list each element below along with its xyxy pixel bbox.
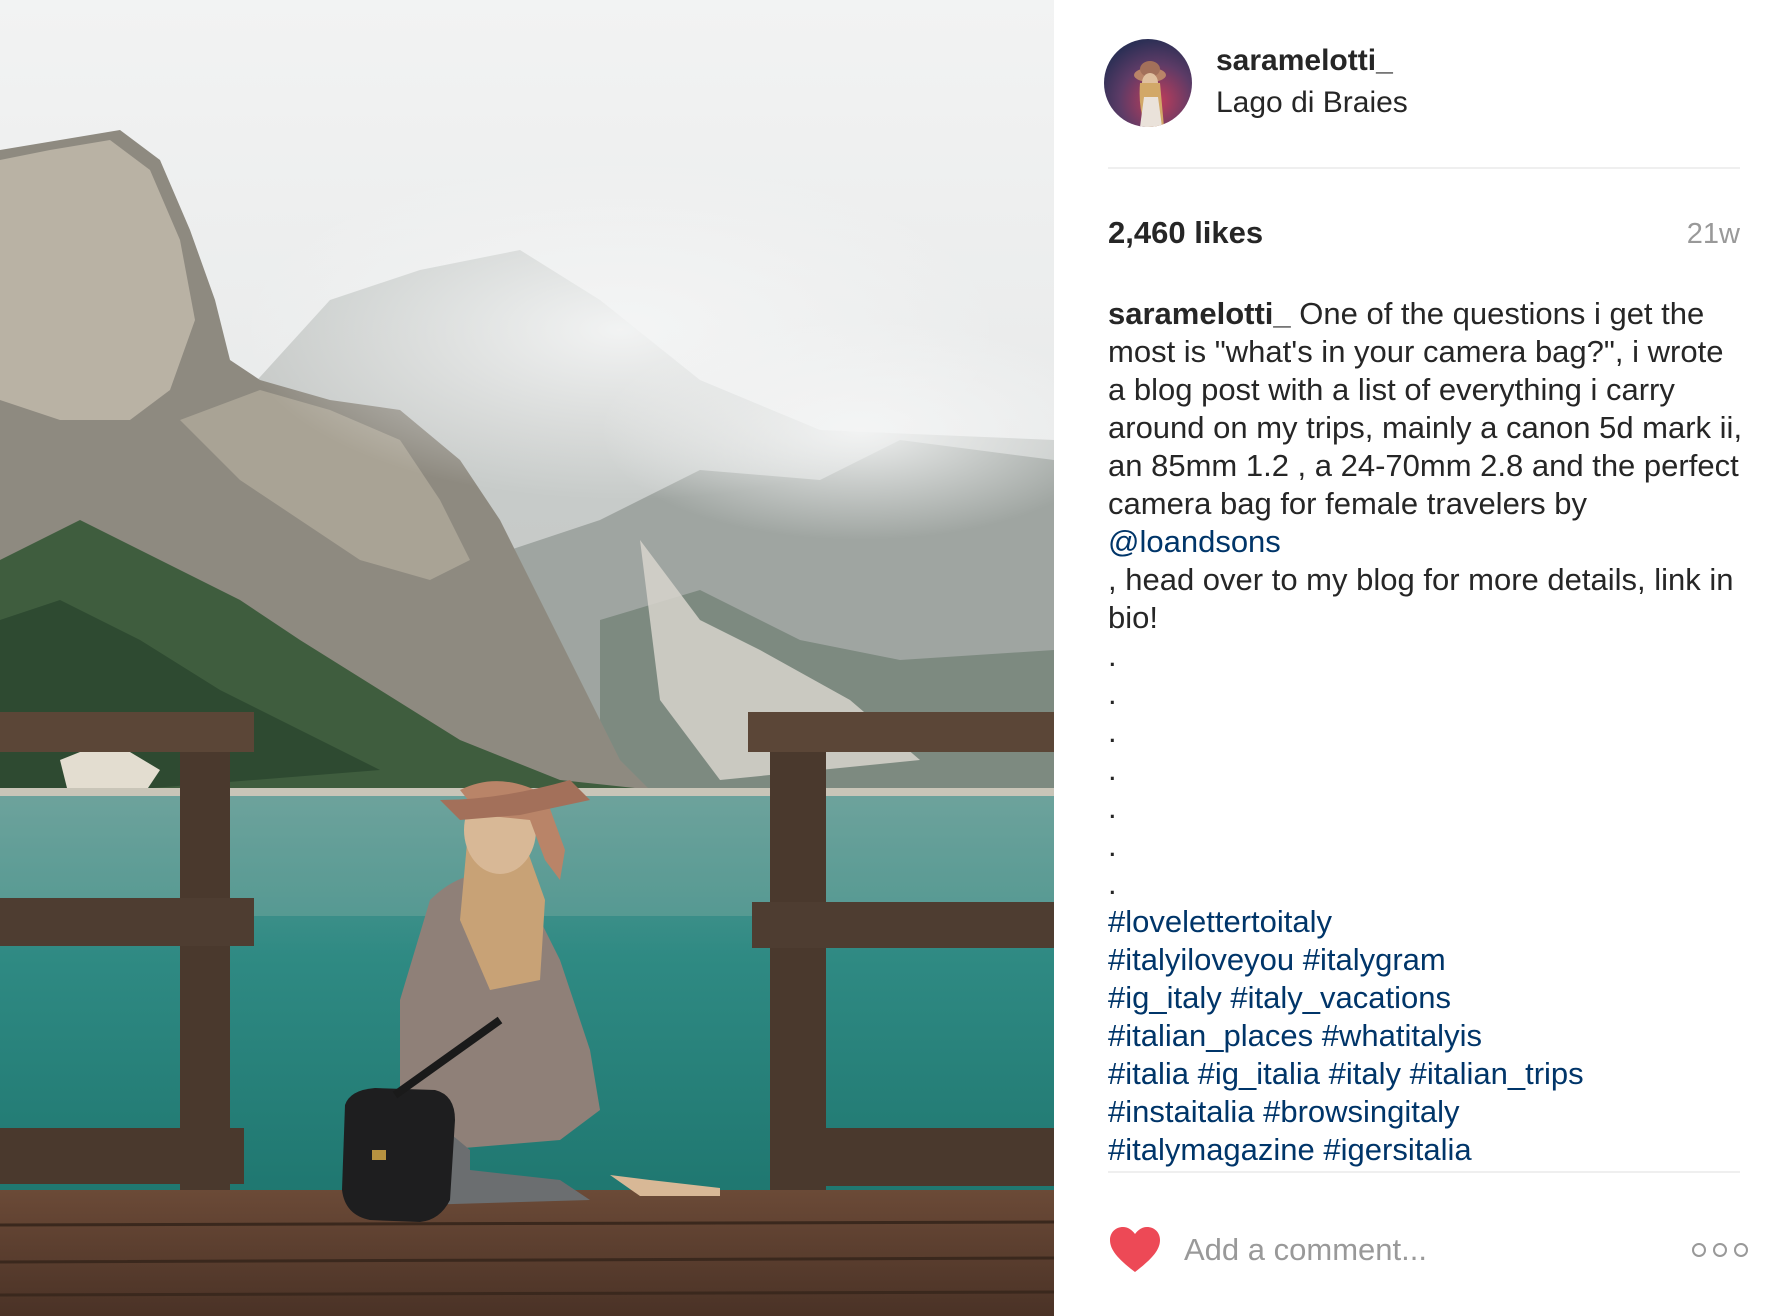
- hashtag-link[interactable]: #italian_trips: [1410, 1056, 1584, 1091]
- likes-count[interactable]: 2,460 likes: [1108, 215, 1263, 251]
- mention-link[interactable]: @loandsons: [1108, 524, 1281, 559]
- caption-dot: .: [1108, 752, 1117, 787]
- hashtag-link[interactable]: #italy_vacations: [1230, 980, 1451, 1015]
- instagram-post: saramelotti_ Lago di Braies 2,460 likes …: [0, 0, 1790, 1316]
- caption-username-link[interactable]: saramelotti_: [1108, 296, 1291, 331]
- caption-dots: .......: [1108, 637, 1748, 903]
- hashtag-link[interactable]: #italygram: [1303, 942, 1446, 977]
- location-link[interactable]: Lago di Braies: [1216, 83, 1408, 123]
- caption-dot: .: [1108, 790, 1117, 825]
- caption-dot: .: [1108, 714, 1117, 749]
- post-sidebar: saramelotti_ Lago di Braies 2,460 likes …: [1054, 0, 1790, 1316]
- more-dot: [1692, 1243, 1706, 1257]
- more-dot: [1713, 1243, 1727, 1257]
- more-options-icon[interactable]: [1692, 1243, 1748, 1257]
- hashtag-link[interactable]: #browsingitaly: [1263, 1094, 1459, 1129]
- hashtag-link[interactable]: #igersitalia: [1323, 1132, 1471, 1167]
- hashtag-link[interactable]: #italyiloveyou: [1108, 942, 1294, 977]
- hashtag-link[interactable]: #italian_places: [1108, 1018, 1313, 1053]
- caption-text-after: , head over to my blog for more details,…: [1108, 562, 1734, 635]
- caption-dot: .: [1108, 828, 1117, 863]
- post-stats: 2,460 likes 21w: [1108, 215, 1740, 251]
- more-dot: [1734, 1243, 1748, 1257]
- hashtag-link[interactable]: #instaitalia: [1108, 1094, 1254, 1129]
- post-photo[interactable]: [0, 0, 1054, 1316]
- caption-dot: .: [1108, 676, 1117, 711]
- hashtag-link[interactable]: #italy: [1329, 1056, 1401, 1091]
- hashtag-link[interactable]: #whatitalyis: [1322, 1018, 1482, 1053]
- avatar-image: [1104, 39, 1192, 127]
- comment-bar: [1108, 1220, 1748, 1280]
- comment-input[interactable]: [1184, 1232, 1682, 1268]
- hashtag-link[interactable]: #italia: [1108, 1056, 1189, 1091]
- caption-dot: .: [1108, 866, 1117, 901]
- post-age[interactable]: 21w: [1687, 218, 1740, 251]
- hashtag-link[interactable]: #italymagazine: [1108, 1132, 1315, 1167]
- footer-divider: [1108, 1171, 1740, 1173]
- heart-icon[interactable]: [1108, 1226, 1162, 1274]
- lake-photo-image: [0, 0, 1054, 1316]
- hashtag-list: #lovelettertoitaly #italyiloveyou #italy…: [1108, 904, 1584, 1167]
- hashtag-link[interactable]: #ig_italy: [1108, 980, 1222, 1015]
- hashtag-link[interactable]: #ig_italia: [1198, 1056, 1320, 1091]
- hashtag-link[interactable]: #lovelettertoitaly: [1108, 904, 1332, 939]
- post-author-info: saramelotti_ Lago di Braies: [1216, 43, 1408, 123]
- caption: saramelotti_ One of the questions i get …: [1108, 295, 1748, 1169]
- avatar[interactable]: [1104, 39, 1192, 127]
- post-header: saramelotti_ Lago di Braies: [1104, 38, 1408, 128]
- caption-dot: .: [1108, 638, 1117, 673]
- author-username-link[interactable]: saramelotti_: [1216, 43, 1408, 79]
- header-divider: [1108, 167, 1740, 169]
